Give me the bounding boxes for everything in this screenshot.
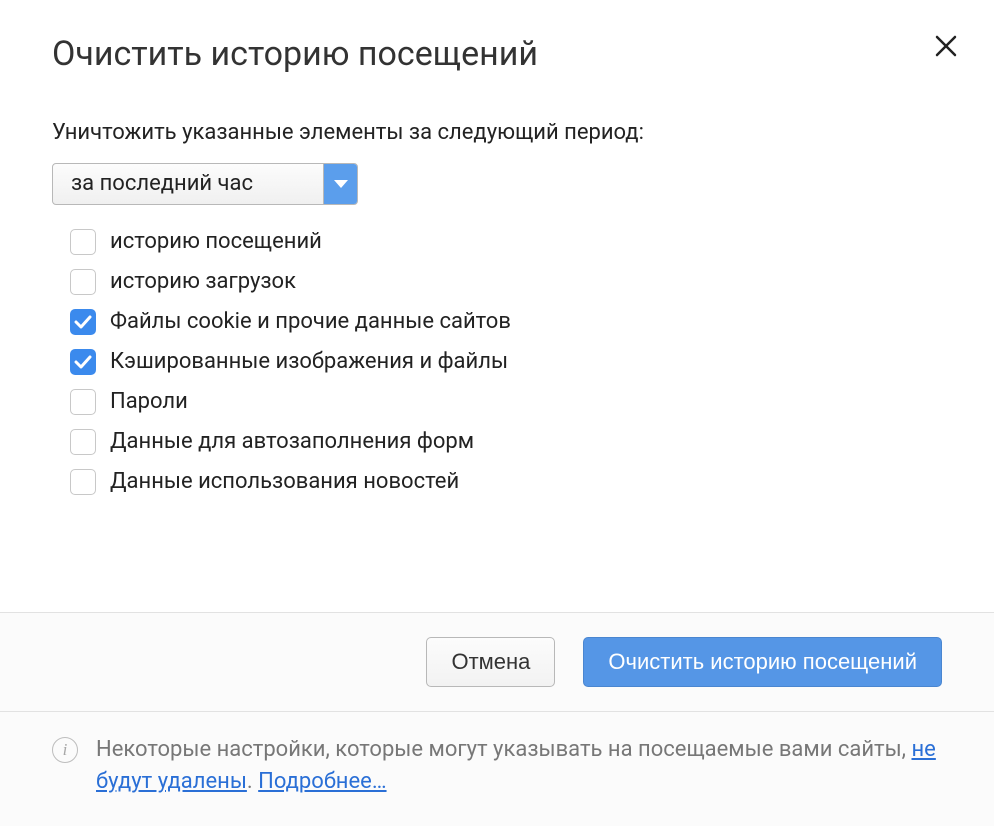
option-label[interactable]: Файлы cookie и прочие данные сайтов	[110, 309, 511, 334]
cancel-button[interactable]: Отмена	[426, 637, 555, 688]
option-browsing-history: историю посещений	[70, 229, 942, 255]
dialog-footer: i Некоторые настройки, которые могут ука…	[0, 712, 994, 826]
footer-separator: .	[247, 769, 258, 794]
close-icon	[934, 34, 958, 58]
footer-text: Некоторые настройки, которые могут указы…	[96, 734, 942, 798]
checkbox[interactable]	[70, 309, 96, 335]
close-button[interactable]	[930, 30, 962, 62]
checkbox[interactable]	[70, 429, 96, 455]
prompt-text: Уничтожить указанные элементы за следующ…	[52, 118, 942, 149]
option-autofill: Данные для автозаполнения форм	[70, 429, 942, 455]
footer-text-before: Некоторые настройки, которые могут указы…	[96, 737, 911, 762]
checkbox[interactable]	[70, 269, 96, 295]
option-label[interactable]: историю посещений	[110, 229, 322, 254]
info-icon: i	[52, 737, 78, 763]
option-label[interactable]: Данные использования новостей	[110, 469, 459, 494]
dialog-content: Уничтожить указанные элементы за следующ…	[0, 76, 994, 611]
period-select-value: за последний час	[53, 164, 323, 204]
option-label[interactable]: Данные для автозаполнения форм	[110, 429, 474, 454]
option-news-usage: Данные использования новостей	[70, 469, 942, 495]
check-icon	[74, 355, 92, 369]
checkbox[interactable]	[70, 349, 96, 375]
options-list: историю посещений историю загрузок Файлы…	[52, 229, 942, 495]
dialog-title: Очистить историю посещений	[52, 32, 942, 76]
option-download-history: историю загрузок	[70, 269, 942, 295]
learn-more-link[interactable]: Подробнее…	[258, 769, 386, 794]
checkbox[interactable]	[70, 389, 96, 415]
option-label[interactable]: Кэшированные изображения и файлы	[110, 349, 508, 374]
option-passwords: Пароли	[70, 389, 942, 415]
option-label[interactable]: Пароли	[110, 389, 188, 414]
chevron-down-icon	[323, 164, 357, 204]
clear-history-dialog: Очистить историю посещений Уничтожить ук…	[0, 0, 994, 826]
option-label[interactable]: историю загрузок	[110, 269, 296, 294]
dialog-header: Очистить историю посещений	[0, 0, 994, 76]
option-cookies: Файлы cookie и прочие данные сайтов	[70, 309, 942, 335]
clear-history-button[interactable]: Очистить историю посещений	[583, 637, 942, 688]
button-bar: Отмена Очистить историю посещений	[0, 612, 994, 713]
check-icon	[74, 315, 92, 329]
period-select[interactable]: за последний час	[52, 163, 358, 205]
checkbox[interactable]	[70, 469, 96, 495]
option-cached-images: Кэшированные изображения и файлы	[70, 349, 942, 375]
checkbox[interactable]	[70, 229, 96, 255]
